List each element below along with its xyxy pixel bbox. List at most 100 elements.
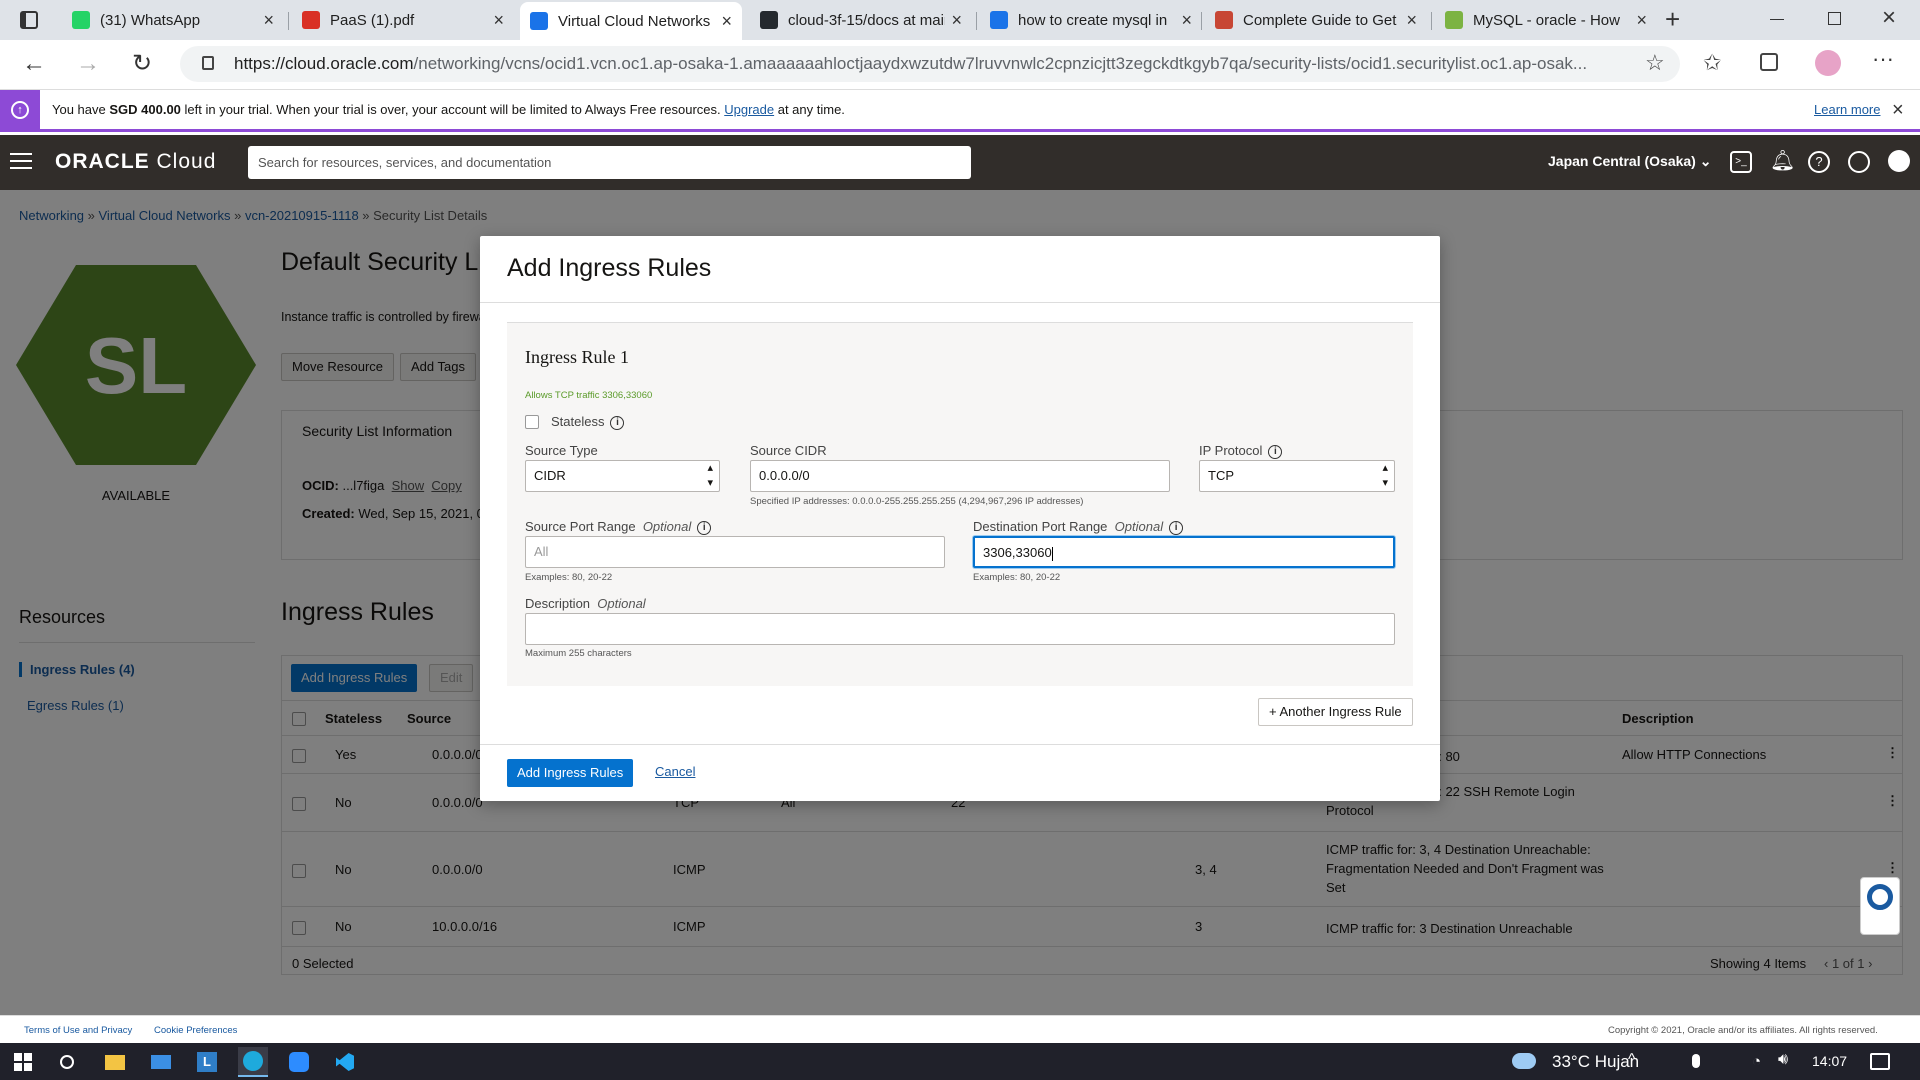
close-tab-icon[interactable]: ×: [493, 10, 504, 31]
search-icon[interactable]: [52, 1047, 82, 1077]
source-type-select[interactable]: CIDR ▴ ▾: [525, 460, 720, 492]
tab-actions-icon[interactable]: [20, 11, 38, 29]
info-icon[interactable]: i: [610, 415, 625, 430]
copyright-text: Copyright © 2021, Oracle and/or its affi…: [1608, 1025, 1878, 1036]
vscode-icon[interactable]: [330, 1047, 360, 1077]
destination-port-label: Destination Port Range Optional i: [973, 519, 1184, 535]
minimize-button[interactable]: [1770, 19, 1784, 20]
clock-time[interactable]: 14:07: [1812, 1053, 1847, 1069]
ip-protocol-select[interactable]: TCP ▴ ▾: [1199, 460, 1395, 492]
collections-icon[interactable]: [1760, 53, 1778, 71]
learn-more-link[interactable]: Learn more: [1814, 90, 1880, 130]
back-icon[interactable]: ←: [22, 50, 46, 78]
file-explorer-icon[interactable]: [100, 1047, 130, 1077]
browser-tab[interactable]: PaaS (1).pdf ×: [292, 4, 514, 36]
restore-button[interactable]: [1828, 12, 1841, 25]
browser-tab-bar: (31) WhatsApp × PaaS (1).pdf × Virtual Cloud…: [0, 0, 1920, 40]
info-icon[interactable]: i: [1169, 520, 1184, 535]
url-path: /networking/vcns/ocid1.vcn.oc1.ap-osaka-…: [413, 54, 1588, 73]
pdf-icon: [302, 11, 320, 29]
browser-tab[interactable]: cloud-3f-15/docs at main ×: [750, 4, 972, 36]
browser-tab[interactable]: how to create mysql in ×: [980, 4, 1202, 36]
close-tab-icon[interactable]: ×: [1406, 10, 1417, 31]
weather-icon[interactable]: [1512, 1053, 1536, 1069]
destination-port-value: 3306,33060: [983, 545, 1052, 560]
new-tab-button[interactable]: +: [1665, 4, 1680, 35]
logo-cloud: Cloud: [156, 150, 217, 173]
close-banner-icon[interactable]: ×: [1892, 90, 1904, 130]
source-type-label: Source Type: [525, 443, 598, 458]
source-port-label: Source Port Range Optional i: [525, 519, 712, 535]
mail-icon[interactable]: [146, 1047, 176, 1077]
oracle-cloud-icon: [530, 12, 548, 30]
description-hint: Maximum 255 characters: [525, 648, 632, 659]
source-port-input[interactable]: All: [525, 536, 945, 568]
stateless-label: Stateless i: [551, 414, 625, 430]
trial-text-2: left in your trial. When your trial is o…: [180, 102, 725, 117]
close-tab-icon[interactable]: ×: [1636, 10, 1647, 31]
cancel-link[interactable]: Cancel: [655, 764, 695, 779]
close-tab-icon[interactable]: ×: [1181, 10, 1192, 31]
dialog-title: Add Ingress Rules: [507, 254, 712, 282]
app-l-icon[interactable]: L: [192, 1047, 222, 1077]
description-input[interactable]: [525, 613, 1395, 645]
terms-link[interactable]: Terms of Use and Privacy: [24, 1025, 132, 1036]
stateless-checkbox[interactable]: [525, 415, 539, 429]
volume-icon[interactable]: 🔊︎: [1778, 1051, 1788, 1069]
optional-tag: Optional: [597, 596, 646, 611]
info-icon[interactable]: i: [1268, 444, 1283, 459]
notifications-icon[interactable]: [1870, 1053, 1890, 1070]
tab-title: Virtual Cloud Networks: [558, 12, 711, 30]
lock-icon: [202, 56, 214, 70]
cloud-shell-icon[interactable]: >_: [1730, 151, 1752, 173]
close-tab-icon[interactable]: ×: [721, 11, 732, 32]
language-globe-icon[interactable]: [1848, 151, 1870, 173]
microphone-icon[interactable]: [1692, 1054, 1700, 1068]
text-cursor: [1051, 546, 1053, 561]
trial-text-3: at any time.: [774, 102, 845, 117]
tray-chevron-icon[interactable]: ^: [1628, 1051, 1636, 1069]
close-tab-icon[interactable]: ×: [951, 10, 962, 31]
windows-start-icon[interactable]: [8, 1047, 38, 1077]
another-ingress-rule-button[interactable]: + Another Ingress Rule: [1258, 698, 1413, 726]
url-field[interactable]: https://cloud.oracle.com/networking/vcns…: [180, 46, 1680, 82]
refresh-icon[interactable]: ↻: [132, 49, 152, 78]
search-input[interactable]: Search for resources, services, and docu…: [248, 146, 971, 179]
help-lifebuoy-icon[interactable]: [1860, 877, 1900, 935]
forward-icon[interactable]: →: [76, 50, 100, 78]
cookie-preferences-link[interactable]: Cookie Preferences: [154, 1025, 237, 1036]
browser-tab[interactable]: Complete Guide to Get ×: [1205, 4, 1427, 36]
ip-protocol-value: TCP: [1208, 468, 1234, 483]
more-icon[interactable]: ···: [1872, 46, 1894, 72]
stackexchange-icon: [1445, 11, 1463, 29]
add-favorite-icon[interactable]: ☆: [1645, 50, 1665, 76]
submit-add-ingress-rules-button[interactable]: Add Ingress Rules: [507, 759, 634, 787]
weather-text[interactable]: 33°C Hujan: [1552, 1052, 1639, 1072]
profile-icon[interactable]: [1888, 150, 1910, 172]
oracle-cloud-logo[interactable]: ORACLE Cloud: [55, 150, 216, 174]
tab-title: how to create mysql in: [1018, 11, 1168, 29]
cidr-hint: Specified IP addresses: 0.0.0.0-255.255.…: [750, 496, 1084, 507]
profile-avatar[interactable]: [1815, 50, 1841, 76]
bell-icon[interactable]: 🔔︎: [1770, 148, 1795, 173]
destination-port-input[interactable]: 3306,33060: [973, 536, 1395, 568]
bing-icon: [990, 11, 1008, 29]
browser-tab[interactable]: (31) WhatsApp ×: [62, 4, 284, 36]
page-footer: Terms of Use and Privacy Cookie Preferen…: [0, 1015, 1920, 1043]
oracle-icon: [1215, 11, 1233, 29]
source-cidr-input[interactable]: 0.0.0.0/0: [750, 460, 1170, 492]
favorites-icon[interactable]: ✩: [1703, 50, 1721, 76]
close-window-button[interactable]: ×: [1882, 4, 1896, 32]
browser-tab[interactable]: Virtual Cloud Networks ×: [520, 2, 742, 40]
menu-icon[interactable]: [10, 153, 32, 169]
close-tab-icon[interactable]: ×: [263, 10, 274, 31]
zoom-icon[interactable]: [284, 1047, 314, 1077]
browser-tab[interactable]: MySQL - oracle - How ×: [1435, 4, 1657, 36]
region-selector[interactable]: Japan Central (Osaka) ⌄: [1548, 153, 1711, 170]
network-icon[interactable]: ◔: [1752, 1053, 1761, 1070]
edge-icon[interactable]: [238, 1047, 268, 1077]
help-icon[interactable]: ?: [1808, 151, 1830, 173]
region-label: Japan Central (Osaka): [1548, 153, 1696, 169]
upgrade-link[interactable]: Upgrade: [724, 102, 774, 117]
info-icon[interactable]: i: [697, 520, 712, 535]
